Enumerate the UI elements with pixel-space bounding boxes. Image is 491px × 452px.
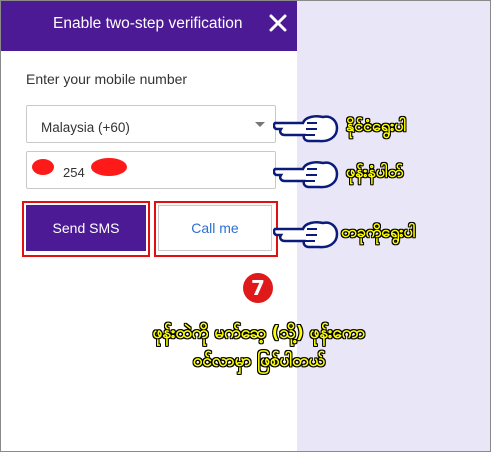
redaction-mark	[91, 158, 127, 176]
caption-line-2: ဝင်လာမှာ ဖြစ်ပါတယ်	[192, 351, 326, 371]
call-me-button[interactable]: Call me	[158, 205, 272, 251]
country-select-value: Malaysia (+60)	[41, 120, 130, 135]
mobile-number-label: Enter your mobile number	[26, 71, 188, 87]
redaction-mark	[32, 159, 54, 175]
dialog-title: Enable two-step verification	[53, 15, 243, 32]
step-number-badge: 7	[243, 273, 273, 303]
screenshot-frame: Enable two-step verification Enter your …	[0, 0, 491, 452]
note-select-country: နိုင်ငံရွေးပါ	[346, 116, 407, 135]
country-select[interactable]: Malaysia (+60)	[26, 105, 276, 143]
pointing-hand-icon	[273, 161, 339, 189]
send-sms-button[interactable]: Send SMS	[26, 205, 146, 251]
chevron-down-icon	[255, 122, 265, 127]
instruction-caption: ဖုန်းထဲကို မက်ဆေ့ (သို့) ဖုန်းကော ဝင်လာမ…	[109, 319, 409, 375]
note-choose-one: တခုကိုရွေးပါ	[341, 222, 416, 241]
phone-number-value: 254	[63, 165, 85, 180]
pointing-hand-icon	[273, 221, 339, 249]
pointing-hand-icon	[273, 115, 339, 143]
caption-line-1: ဖုန်းထဲကို မက်ဆေ့ (သို့) ဖုန်းကော	[152, 323, 366, 343]
note-phone-number: ဖုန်းနံပါတ်	[346, 162, 404, 181]
phone-number-input[interactable]: 254	[26, 151, 276, 189]
close-icon[interactable]	[267, 11, 289, 35]
two-step-dialog: Enable two-step verification Enter your …	[1, 1, 297, 451]
dialog-header: Enable two-step verification	[1, 1, 297, 51]
